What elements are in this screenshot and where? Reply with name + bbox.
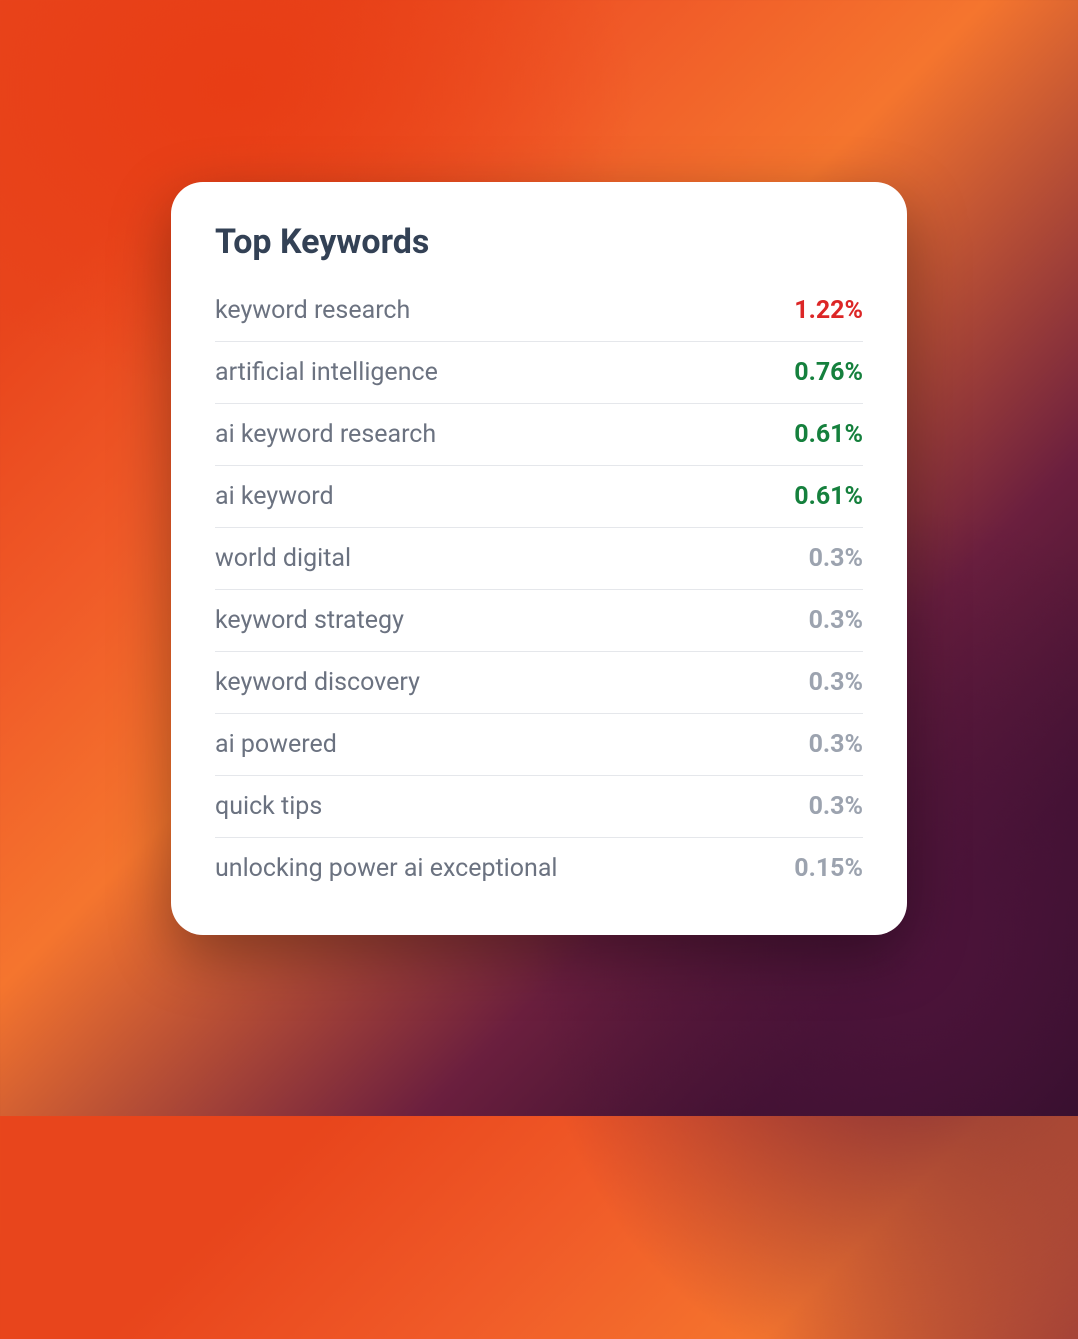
card-title: Top Keywords: [215, 222, 863, 262]
keyword-row: keyword strategy 0.3%: [215, 590, 863, 652]
keyword-value: 0.3%: [809, 730, 863, 759]
keyword-label: keyword strategy: [215, 606, 404, 635]
keyword-label: world digital: [215, 544, 351, 573]
keyword-row: unlocking power ai exceptional 0.15%: [215, 838, 863, 899]
keyword-row: ai keyword 0.61%: [215, 466, 863, 528]
keyword-value: 0.3%: [809, 668, 863, 697]
keyword-value: 0.3%: [809, 792, 863, 821]
keyword-label: ai keyword research: [215, 420, 436, 449]
keyword-label: ai powered: [215, 730, 337, 759]
keyword-list: keyword research 1.22% artificial intell…: [215, 280, 863, 899]
keyword-value: 1.22%: [794, 296, 863, 325]
keyword-value: 0.15%: [794, 854, 863, 883]
keyword-value: 0.3%: [809, 606, 863, 635]
keyword-row: ai keyword research 0.61%: [215, 404, 863, 466]
keyword-row: artificial intelligence 0.76%: [215, 342, 863, 404]
keyword-row: world digital 0.3%: [215, 528, 863, 590]
keyword-label: keyword research: [215, 296, 410, 325]
keyword-row: keyword discovery 0.3%: [215, 652, 863, 714]
keyword-label: artificial intelligence: [215, 358, 438, 387]
keyword-value: 0.76%: [794, 358, 863, 387]
keyword-label: keyword discovery: [215, 668, 420, 697]
top-keywords-card: Top Keywords keyword research 1.22% arti…: [171, 182, 907, 935]
keyword-label: quick tips: [215, 792, 322, 821]
keyword-row: keyword research 1.22%: [215, 280, 863, 342]
keyword-label: unlocking power ai exceptional: [215, 854, 558, 883]
keyword-row: ai powered 0.3%: [215, 714, 863, 776]
keyword-label: ai keyword: [215, 482, 334, 511]
keyword-row: quick tips 0.3%: [215, 776, 863, 838]
keyword-value: 0.61%: [794, 420, 863, 449]
keyword-value: 0.3%: [809, 544, 863, 573]
keyword-value: 0.61%: [794, 482, 863, 511]
